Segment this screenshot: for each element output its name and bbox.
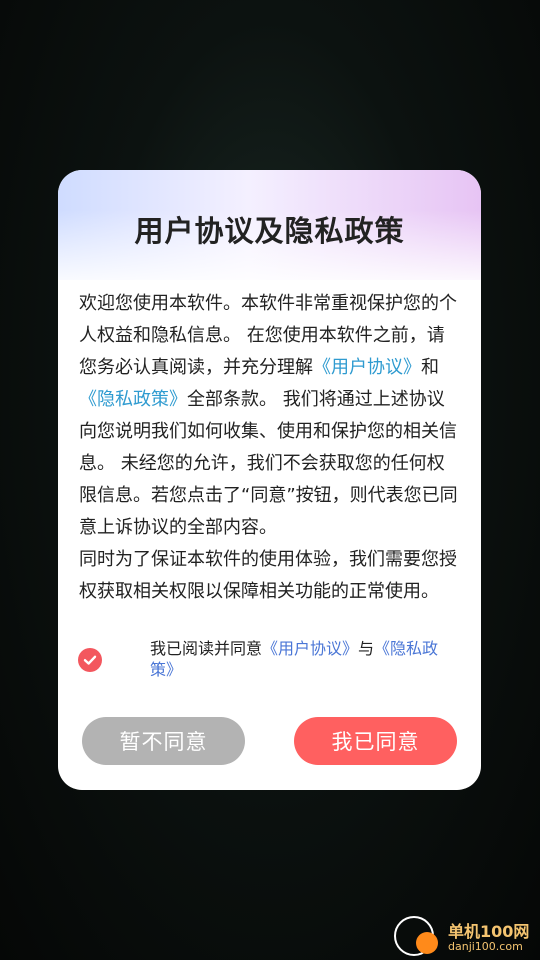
watermark-domain: danji100.com: [448, 940, 523, 953]
content-text: 和: [421, 357, 439, 378]
user-agreement-link[interactable]: 《用户协议》: [313, 357, 421, 378]
content-text: 全部条款。 我们将通过上述协议向您说明我们如何收集、使用和保护您的相关信息。 未…: [79, 389, 458, 538]
agreement-checkbox-row[interactable]: 我已阅读并同意《用户协议》与《隐私政策》: [78, 638, 463, 688]
privacy-dialog: 用户协议及隐私政策 欢迎您使用本软件。本软件非常重视保护您的个人权益和隐私信息。…: [58, 170, 481, 790]
agreement-content[interactable]: 欢迎您使用本软件。本软件非常重视保护您的个人权益和隐私信息。 在您使用本软件之前…: [79, 288, 461, 604]
agreement-label: 我已阅读并同意《用户协议》与《隐私政策》: [150, 638, 460, 680]
agree-button[interactable]: 我已同意: [294, 717, 457, 765]
content-paragraph-2: 同时为了保证本软件的使用体验，我们需要您授权获取相关权限以保障相关功能的正常使用…: [79, 549, 457, 602]
agreement-prefix: 我已阅读并同意: [150, 639, 263, 658]
agreement-user-link[interactable]: 《用户协议》: [262, 639, 358, 658]
watermark-name: 单机100网: [448, 922, 530, 941]
content-paragraph-1: 欢迎您使用本软件。本软件非常重视保护您的个人权益和隐私信息。 在您使用本软件之前…: [79, 288, 461, 544]
watermark-dot-icon: [416, 932, 438, 954]
privacy-policy-link[interactable]: 《隐私政策》: [79, 389, 187, 410]
disagree-button[interactable]: 暂不同意: [82, 717, 245, 765]
dialog-title: 用户协议及隐私政策: [134, 214, 405, 248]
checkmark-icon[interactable]: [78, 648, 102, 672]
site-watermark: 单机100网 danji100.com: [392, 914, 540, 958]
agreement-mid: 与: [358, 639, 375, 658]
